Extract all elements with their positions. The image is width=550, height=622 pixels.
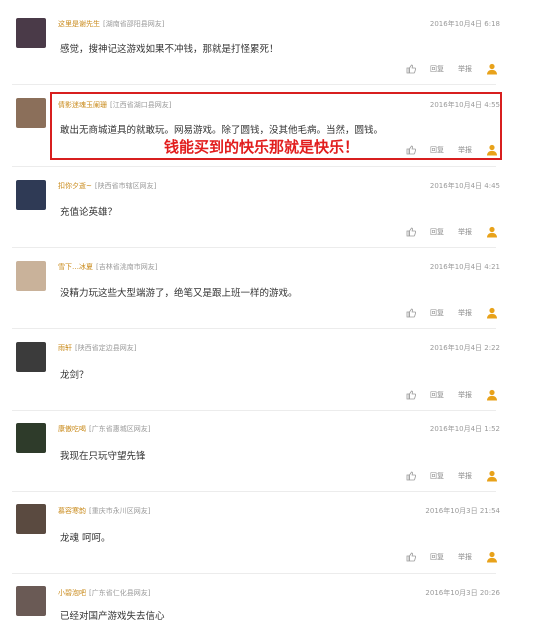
thumbs-up-icon[interactable] (406, 308, 416, 318)
divider (12, 410, 496, 411)
user-icon[interactable] (486, 226, 498, 238)
user-icon[interactable] (486, 307, 498, 319)
overlay-caption: 钱能买到的快乐那就是快乐！ (164, 138, 360, 156)
comment-text: 龙剑？ (60, 370, 89, 381)
thumbs-up-icon[interactable] (406, 227, 416, 237)
user-icon[interactable] (486, 63, 498, 75)
username-link[interactable]: 康傲吃喝 (58, 425, 86, 433)
username-link[interactable]: 慕容寒韵 (58, 507, 86, 515)
comment-text: 没精力玩这些大型端游了，绝笔又是跟上班一样的游戏。 (60, 288, 298, 299)
report-button[interactable]: 举报 (458, 471, 472, 481)
avatar[interactable] (16, 342, 46, 372)
divider (12, 491, 496, 492)
divider (12, 247, 496, 248)
user-icon[interactable] (486, 389, 498, 401)
username-link[interactable]: 扣你夕逝~ (58, 182, 92, 190)
thumbs-up-icon[interactable] (406, 390, 416, 400)
comment-actions: 回复 举报 (406, 306, 498, 320)
comment-time: 2016年10月4日 4:45 (429, 182, 500, 190)
user-icon[interactable] (486, 551, 498, 563)
user-location: [陕西省定边县网友] (75, 344, 137, 352)
thumbs-up-icon[interactable] (406, 64, 416, 74)
thumbs-up-icon[interactable] (406, 471, 416, 481)
comment-text: 已经对国产游戏失去信心 (60, 611, 165, 622)
comment-time: 2016年10月4日 2:22 (429, 344, 500, 352)
avatar[interactable] (16, 504, 46, 534)
divider (12, 573, 496, 574)
reply-button[interactable]: 回复 (430, 471, 444, 481)
user-location: [重庆市永川区网友] (89, 507, 151, 515)
thumbs-up-icon[interactable] (406, 552, 416, 562)
comment-text: 我现在只玩守望先锋 (60, 451, 146, 462)
comment-time: 2016年10月3日 21:54 (425, 507, 500, 515)
comment-actions: 回复 举报 (406, 62, 498, 76)
username-link[interactable]: 雨轩 (58, 344, 72, 352)
user-icon[interactable] (486, 470, 498, 482)
comment-text: 充值论英雄？ (60, 207, 118, 218)
comment-text: 龙魂 呵呵。 (60, 533, 111, 544)
divider (12, 166, 496, 167)
comment-actions: 回复 举报 (406, 388, 498, 402)
report-button[interactable]: 举报 (458, 64, 472, 74)
divider (12, 84, 496, 85)
comment-actions: 回复 举报 (406, 225, 498, 239)
avatar[interactable] (16, 18, 46, 48)
reply-button[interactable]: 回复 (430, 64, 444, 74)
user-location: [广东省仁化县网友] (89, 589, 151, 597)
reply-button[interactable]: 回复 (430, 552, 444, 562)
reply-button[interactable]: 回复 (430, 308, 444, 318)
comment-actions: 回复 举报 (406, 550, 498, 564)
avatar[interactable] (16, 423, 46, 453)
comment-time: 2016年10月4日 1:52 (429, 425, 500, 433)
divider (12, 328, 496, 329)
comment-text: 感觉，搜神记这游戏如果不冲钱，那就是打怪累死！ (60, 44, 279, 55)
avatar[interactable] (16, 98, 46, 128)
comment-time: 2016年10月3日 20:26 (425, 589, 500, 597)
username-link[interactable]: 雪下…冰夏 (58, 263, 93, 271)
user-location: [陕西省市辖区网友] (94, 182, 157, 190)
report-button[interactable]: 举报 (458, 227, 472, 237)
user-location: [广东省惠城区网友] (89, 425, 151, 433)
report-button[interactable]: 举报 (458, 308, 472, 318)
avatar[interactable] (16, 261, 46, 291)
user-location: [湖南省邵阳县网友] (103, 20, 165, 28)
avatar[interactable] (16, 586, 46, 616)
report-button[interactable]: 举报 (458, 552, 472, 562)
comment-time: 2016年10月4日 4:21 (429, 263, 500, 271)
reply-button[interactable]: 回复 (430, 227, 444, 237)
username-link[interactable]: 小碧泡吧 (58, 589, 86, 597)
report-button[interactable]: 举报 (458, 390, 472, 400)
comment-actions: 回复 举报 (406, 469, 498, 483)
avatar[interactable] (16, 180, 46, 210)
comment-time: 2016年10月4日 6:18 (429, 20, 500, 28)
user-location: [吉林省洮南市网友] (96, 263, 158, 271)
reply-button[interactable]: 回复 (430, 390, 444, 400)
username-link[interactable]: 这里是谢先生 (58, 20, 100, 28)
